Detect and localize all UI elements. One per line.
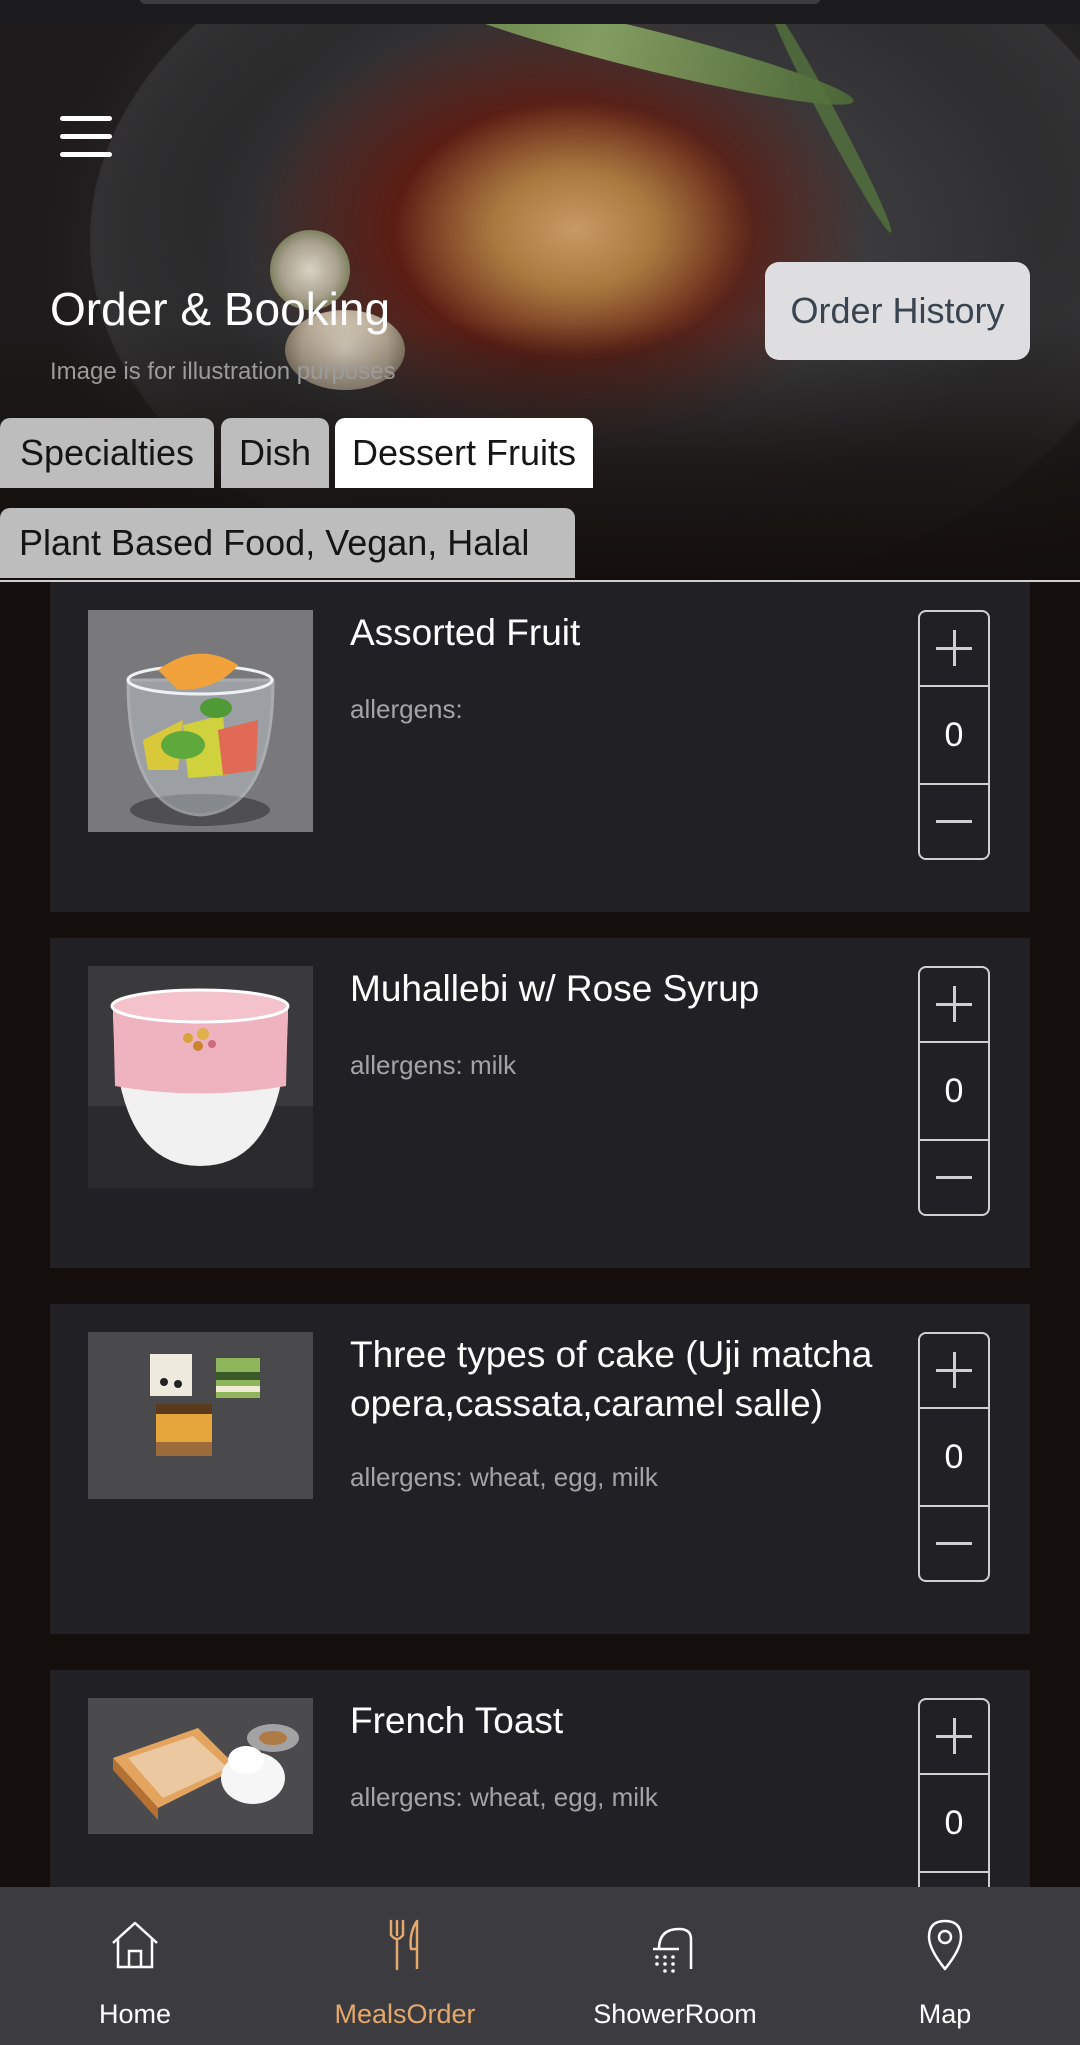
tab-plant-based[interactable]: Plant Based Food, Vegan, Halal [0, 508, 575, 578]
item-name: Three types of cake (Uji matcha opera,ca… [350, 1334, 873, 1424]
nav-label: MealsOrder [334, 1999, 476, 2029]
menu-item-card: Three types of cake (Uji matcha opera,ca… [50, 1304, 1030, 1634]
quantity-stepper: 0 [918, 610, 990, 860]
page-title: Order & Booking [50, 283, 391, 335]
item-allergens: allergens: wheat, egg, milk [350, 1462, 658, 1492]
fork-knife-icon [389, 1919, 419, 1971]
quantity-value: 0 [944, 1803, 964, 1842]
nav-label: Home [98, 1999, 172, 2029]
menu-item-card: Muhallebi w/ Rose Syrup allergens: milk … [50, 938, 1030, 1268]
nav-label: Map [918, 1999, 972, 2029]
plus-icon[interactable] [920, 1334, 988, 1409]
three-cakes-image [88, 1332, 313, 1499]
nav-label: ShowerRoom [593, 1999, 757, 2029]
shower-icon [653, 1927, 693, 1973]
map-pin-icon [927, 1919, 963, 1971]
french-toast-image [88, 1698, 313, 1834]
minus-icon[interactable] [920, 1871, 988, 1887]
assorted-fruit-image [88, 610, 313, 832]
quantity-stepper: 0 [918, 1332, 990, 1582]
minus-icon[interactable] [920, 1139, 988, 1214]
tab-dish[interactable]: Dish [221, 418, 329, 488]
plus-icon[interactable] [920, 968, 988, 1043]
order-history-button[interactable]: Order History [765, 262, 1030, 360]
item-name: Assorted Fruit [350, 612, 581, 653]
menu-item-card: Assorted Fruit allergens: 0 [50, 582, 1030, 912]
minus-icon[interactable] [920, 1505, 988, 1580]
item-allergens: allergens: milk [350, 1050, 517, 1080]
nav-home[interactable]: Home [0, 1887, 270, 2045]
bottom-nav: Home MealsOrder ShowerRoom Map [0, 1887, 1080, 2045]
item-allergens: allergens: [350, 694, 463, 724]
nav-meals-order[interactable]: MealsOrder [270, 1887, 540, 2045]
nav-shower-room[interactable]: ShowerRoom [540, 1887, 810, 2045]
quantity-stepper: 0 [918, 966, 990, 1216]
tab-specialties[interactable]: Specialties [0, 418, 214, 488]
item-name: Muhallebi w/ Rose Syrup [350, 968, 760, 1009]
muhallebi-image [88, 966, 313, 1188]
status-bar [0, 0, 1080, 24]
hamburger-menu-icon[interactable] [52, 112, 122, 162]
quantity-value: 0 [944, 1071, 964, 1110]
plus-icon[interactable] [920, 1700, 988, 1775]
page-subtitle: Image is for illustration purposes [50, 358, 396, 385]
home-icon [112, 1921, 158, 1969]
item-name: French Toast [350, 1700, 564, 1741]
quantity-value: 0 [944, 1437, 964, 1476]
item-allergens: allergens: wheat, egg, milk [350, 1782, 658, 1812]
menu-item-list[interactable]: Assorted Fruit allergens: 0 Muhallebi w/… [0, 582, 1080, 1887]
minus-icon[interactable] [920, 783, 988, 858]
nav-map[interactable]: Map [810, 1887, 1080, 2045]
menu-item-card: French Toast allergens: wheat, egg, milk… [50, 1670, 1030, 1887]
tab-dessert-fruits[interactable]: Dessert Fruits [335, 418, 593, 488]
quantity-stepper: 0 [918, 1698, 990, 1887]
quantity-value: 0 [944, 715, 964, 754]
plus-icon[interactable] [920, 612, 988, 687]
